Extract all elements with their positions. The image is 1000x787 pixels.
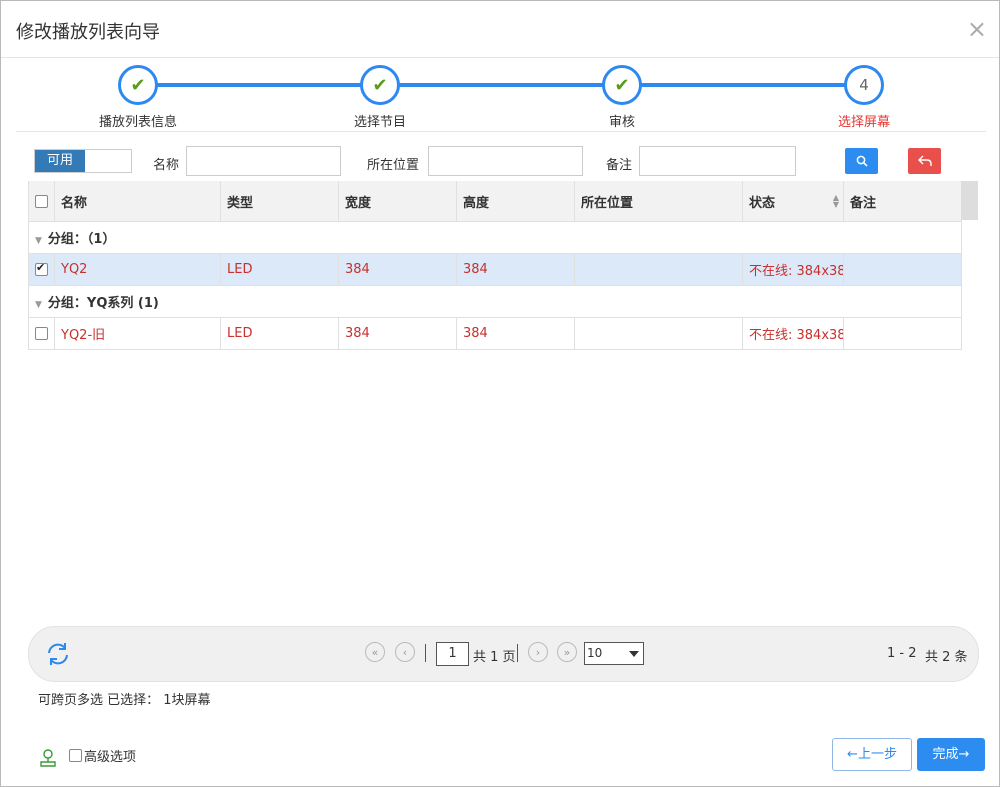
search-button[interactable] [845,148,878,174]
cell-status: 不在线: 384x384 [742,253,844,286]
step-label: 审核 [608,115,635,130]
finish-button[interactable]: 完成→ [917,738,985,771]
step-label: 选择屏幕 [837,115,890,130]
last-page-button[interactable]: » [557,642,577,662]
step-playlist-info: ✔ 播放列表信息 [99,65,177,130]
prev-page-button[interactable]: ‹ [395,642,415,662]
available-toggle[interactable]: 可用 [34,149,132,173]
advanced-options-label: 高级选项 [84,749,137,765]
group-row[interactable]: ▼ 分组：（1） [28,221,962,254]
group-label: 分组：YQ系列 (1) [47,296,159,311]
reset-button[interactable] [908,148,941,174]
select-all-checkbox[interactable] [35,194,48,208]
step-label: 播放列表信息 [98,115,177,130]
step-label: 选择节目 [353,115,406,130]
advanced-options-checkbox[interactable] [69,748,82,762]
col-name[interactable]: 名称 [54,181,221,222]
remark-label: 备注 [606,158,633,173]
cell-remark [843,253,962,286]
location-input[interactable] [428,146,583,176]
col-type[interactable]: 类型 [220,181,339,222]
col-remark[interactable]: 备注 [843,181,962,222]
range-text: 1 - 2 [887,646,917,661]
col-status[interactable]: 状态 ▲ ▼ [742,181,844,222]
wizard-dialog: 修改播放列表向导 × ✔ 播放列表信息 ✔ 选择节目 ✔ 审核 4 选择屏幕 可… [0,0,1000,787]
select-all-cell [28,181,55,222]
cell-location [574,317,743,350]
cell-width: 384 [338,253,457,286]
cell-height: 384 [456,253,575,286]
pager-divider [517,644,518,662]
cell-name: YQ2-旧 [54,317,221,350]
cell-width: 384 [338,317,457,350]
total-count-text: 共 2 条 [925,650,968,665]
table-header: 名称 类型 宽度 高度 所在位置 状态 ▲ ▼ 备注 [28,181,962,222]
table-row[interactable]: YQ2 LED 384 384 不在线: 384x384 [28,253,962,286]
screen-table: 名称 类型 宽度 高度 所在位置 状态 ▲▼ 备注 ▼ 分组：（1） YQ2 LED [28,181,978,351]
search-icon [856,155,868,167]
name-label: 名称 [153,158,180,173]
cell-status: 不在线: 384x384 [742,317,844,350]
page-size-select[interactable]: 10 [584,642,644,665]
page-size-value: 10 [587,646,603,660]
pagination-bar: « ‹ 1 共 1 页 › » 10 1 - 2 共 2 条 [28,626,979,682]
check-icon: ✔ [602,65,642,105]
table-row[interactable]: YQ2-旧 LED 384 384 不在线: 384x384 [28,317,962,350]
filter-bar: 可用 名称 所在位置 备注 [34,146,984,178]
refresh-icon[interactable] [45,641,71,667]
step-review: ✔ 审核 [602,65,642,130]
cell-remark [843,317,962,350]
collapse-icon[interactable]: ▼ [35,300,42,310]
name-input[interactable] [186,146,341,176]
cell-location [574,253,743,286]
wizard-steps: ✔ 播放列表信息 ✔ 选择节目 ✔ 审核 4 选择屏幕 [16,61,986,132]
previous-step-button[interactable]: ←上一步 [832,738,912,771]
step-select-screen: 4 选择屏幕 [838,65,890,130]
next-page-button[interactable]: › [528,642,548,662]
collapse-icon[interactable]: ▼ [35,236,42,246]
remark-input[interactable] [639,146,796,176]
step-number: 4 [844,65,884,105]
steps-progress-line [138,83,864,87]
page-number-input[interactable]: 1 [436,642,469,666]
undo-icon [917,155,932,166]
close-icon[interactable]: × [967,17,987,41]
step-select-program: ✔ 选择节目 [354,65,406,130]
check-icon: ✔ [360,65,400,105]
user-stamp-icon [40,749,56,767]
cell-height: 384 [456,317,575,350]
row-checkbox[interactable] [35,327,48,340]
advanced-options[interactable]: 高级选项 [39,747,136,769]
total-pages-text: 共 1 页 [473,650,516,665]
group-label: 分组：（1） [47,232,116,247]
selection-info: 可跨页多选 已选择： 1块屏幕 [38,693,211,708]
cell-name: YQ2 [54,253,221,286]
dialog-title: 修改播放列表向导 [16,22,160,43]
check-icon: ✔ [118,65,158,105]
cell-type: LED [220,317,339,350]
row-checkbox[interactable] [35,261,48,276]
table-scrollbar[interactable] [961,181,978,220]
chevron-down-icon [629,651,639,657]
toggle-label: 可用 [35,150,85,172]
col-status-label: 状态 [749,195,776,211]
dialog-titlebar: 修改播放列表向导 × [1,1,999,58]
location-label: 所在位置 [367,158,420,173]
col-width[interactable]: 宽度 [338,181,457,222]
group-row[interactable]: ▼ 分组：YQ系列 (1) [28,285,962,318]
col-location[interactable]: 所在位置 [574,181,743,222]
sort-icon[interactable]: ▲ ▼ [833,194,839,209]
col-height[interactable]: 高度 [456,181,575,222]
first-page-button[interactable]: « [365,642,385,662]
pager-divider [425,644,426,662]
cell-type: LED [220,253,339,286]
